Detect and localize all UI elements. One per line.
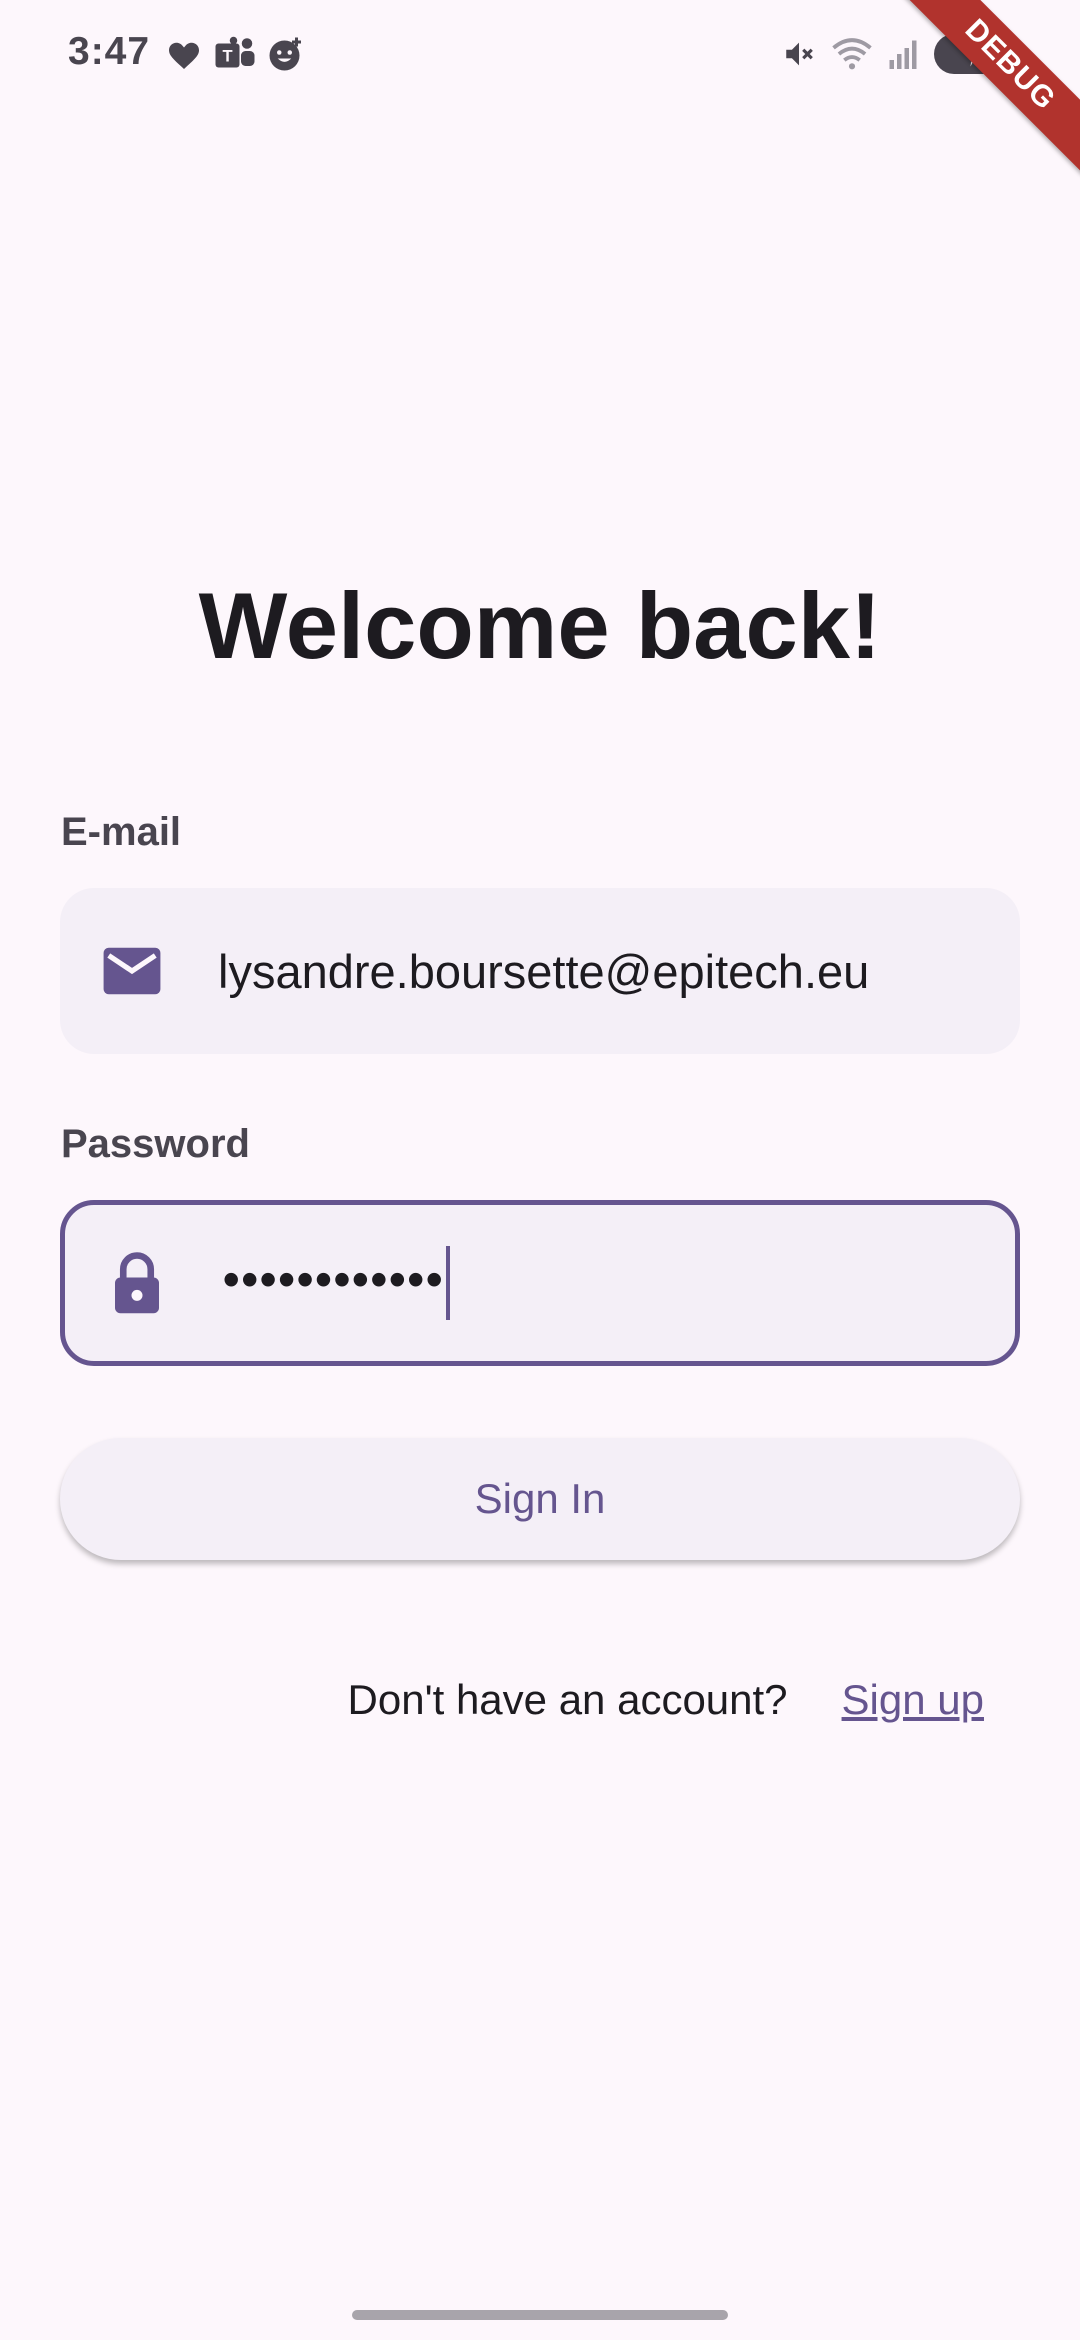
emoji-icon — [268, 36, 304, 72]
status-time: 3:47 — [68, 30, 151, 73]
mail-icon — [100, 939, 164, 1003]
password-dots: •••••••••••• — [223, 1252, 445, 1306]
email-label: E-mail — [61, 810, 182, 854]
heart-icon — [166, 37, 202, 71]
page-title: Welcome back! — [198, 573, 882, 678]
password-label: Password — [61, 1122, 250, 1166]
password-value: •••••••••••• — [223, 1246, 451, 1320]
text-cursor — [446, 1246, 451, 1320]
status-bar: 3:47 T — [0, 0, 1080, 110]
sign-in-button[interactable]: Sign In — [60, 1438, 1020, 1560]
email-value: lysandre.boursette@epitech.eu — [218, 944, 870, 998]
sign-up-link[interactable]: Sign up — [842, 1676, 984, 1724]
signup-row: Don't have an account? Sign up — [348, 1676, 984, 1724]
lock-icon — [105, 1251, 169, 1315]
email-field[interactable]: lysandre.boursette@epitech.eu — [60, 888, 1020, 1054]
wifi-icon — [832, 37, 872, 71]
signal-icon — [888, 37, 918, 71]
signup-prompt: Don't have an account? — [347, 1676, 788, 1723]
svg-text:T: T — [222, 48, 232, 66]
notification-icons: T — [166, 36, 304, 72]
password-field[interactable]: •••••••••••• — [60, 1200, 1020, 1366]
home-indicator[interactable] — [352, 2310, 728, 2320]
mute-icon — [782, 37, 816, 71]
teams-icon: T — [214, 36, 256, 72]
